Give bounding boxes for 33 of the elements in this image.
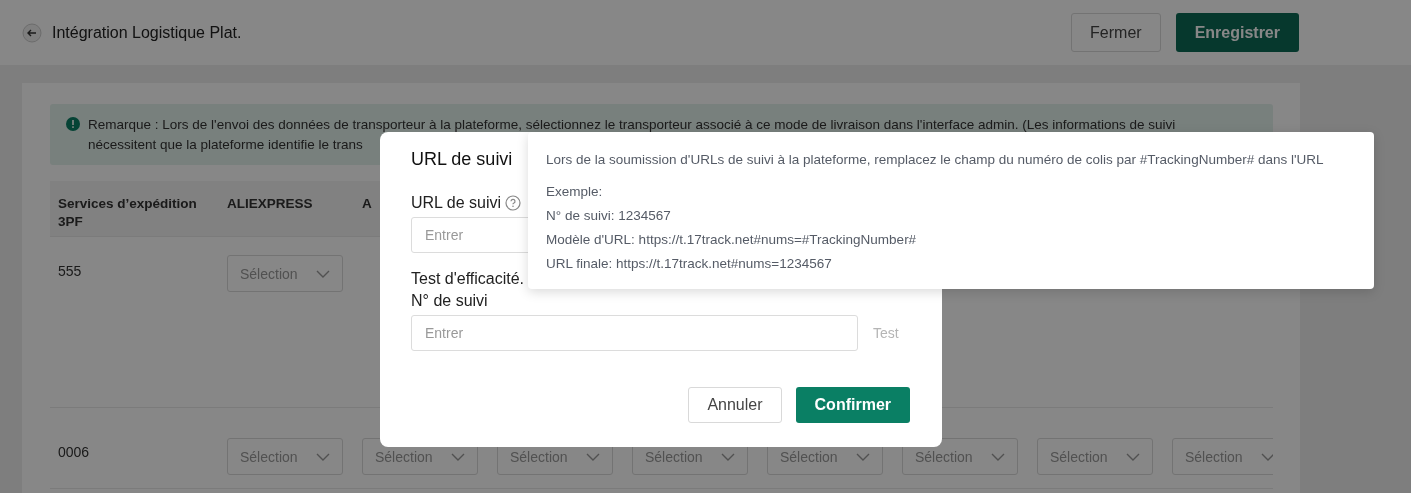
confirm-button[interactable]: Confirmer <box>795 387 910 423</box>
test-link[interactable]: Test <box>873 325 899 341</box>
tracking-number-input[interactable]: Entrer <box>411 315 858 351</box>
chevron-down-icon <box>721 452 735 461</box>
chevron-down-icon <box>316 269 330 278</box>
chevron-down-icon <box>316 452 330 461</box>
chevron-down-icon <box>991 452 1005 461</box>
dialog-title: URL de suivi <box>411 149 513 170</box>
table-cell-text: 0006 <box>58 444 91 460</box>
page-title: Intégration Logistique Plat. <box>52 23 243 42</box>
notice-text: Remarque : Lors de l'envoi des données de transporteur à la plateforme, sélectionnez le transporteur associé à ce mode de livraison dans l'interface admin. (Les informations de suivi nécessitent que la plateforme identifie le trans <box>88 116 1177 152</box>
chevron-down-icon <box>1126 452 1140 461</box>
field-label: N° de suivi <box>411 292 489 310</box>
tooltip-text: Modèle d'URL: https://t.17track.net#nums=#TrackingNumber# <box>546 231 918 248</box>
chevron-down-icon <box>451 452 465 461</box>
cancel-button[interactable]: Annuler <box>688 387 782 423</box>
chevron-down-icon <box>586 452 600 461</box>
close-button[interactable]: Fermer <box>1071 13 1161 52</box>
chevron-down-icon <box>856 452 870 461</box>
save-button[interactable]: Enregistrer <box>1175 13 1299 52</box>
tooltip-text: Exemple: <box>546 183 604 200</box>
column-header: Services d’expédition 3PF <box>58 196 197 229</box>
help-icon[interactable] <box>505 195 522 211</box>
field-label: URL de suivi <box>411 194 502 212</box>
alert-icon <box>66 117 80 131</box>
column-header: A <box>362 196 372 211</box>
section-heading: Test d'efficacité. <box>411 270 526 288</box>
table-cell-text: 555 <box>58 263 83 279</box>
chevron-down-icon <box>1261 452 1273 461</box>
tooltip-text: URL finale: https://t.17track.net#nums=1234567 <box>546 255 833 272</box>
tooltip-text: N° de suivi: 1234567 <box>546 207 672 224</box>
column-header: ALIEXPRESS <box>227 196 313 211</box>
tooltip-text: Lors de la soumission d'URLs de suivi à la plateforme, remplacez le champ du numéro de colis par #TrackingNumber# dans l'URL <box>546 151 1325 168</box>
